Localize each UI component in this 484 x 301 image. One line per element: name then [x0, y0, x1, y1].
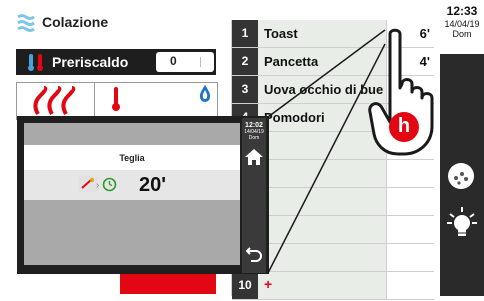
brand-logo-letter: h — [397, 115, 411, 137]
brand-logo: h — [389, 112, 419, 142]
hand-pointer-icon — [368, 26, 452, 163]
